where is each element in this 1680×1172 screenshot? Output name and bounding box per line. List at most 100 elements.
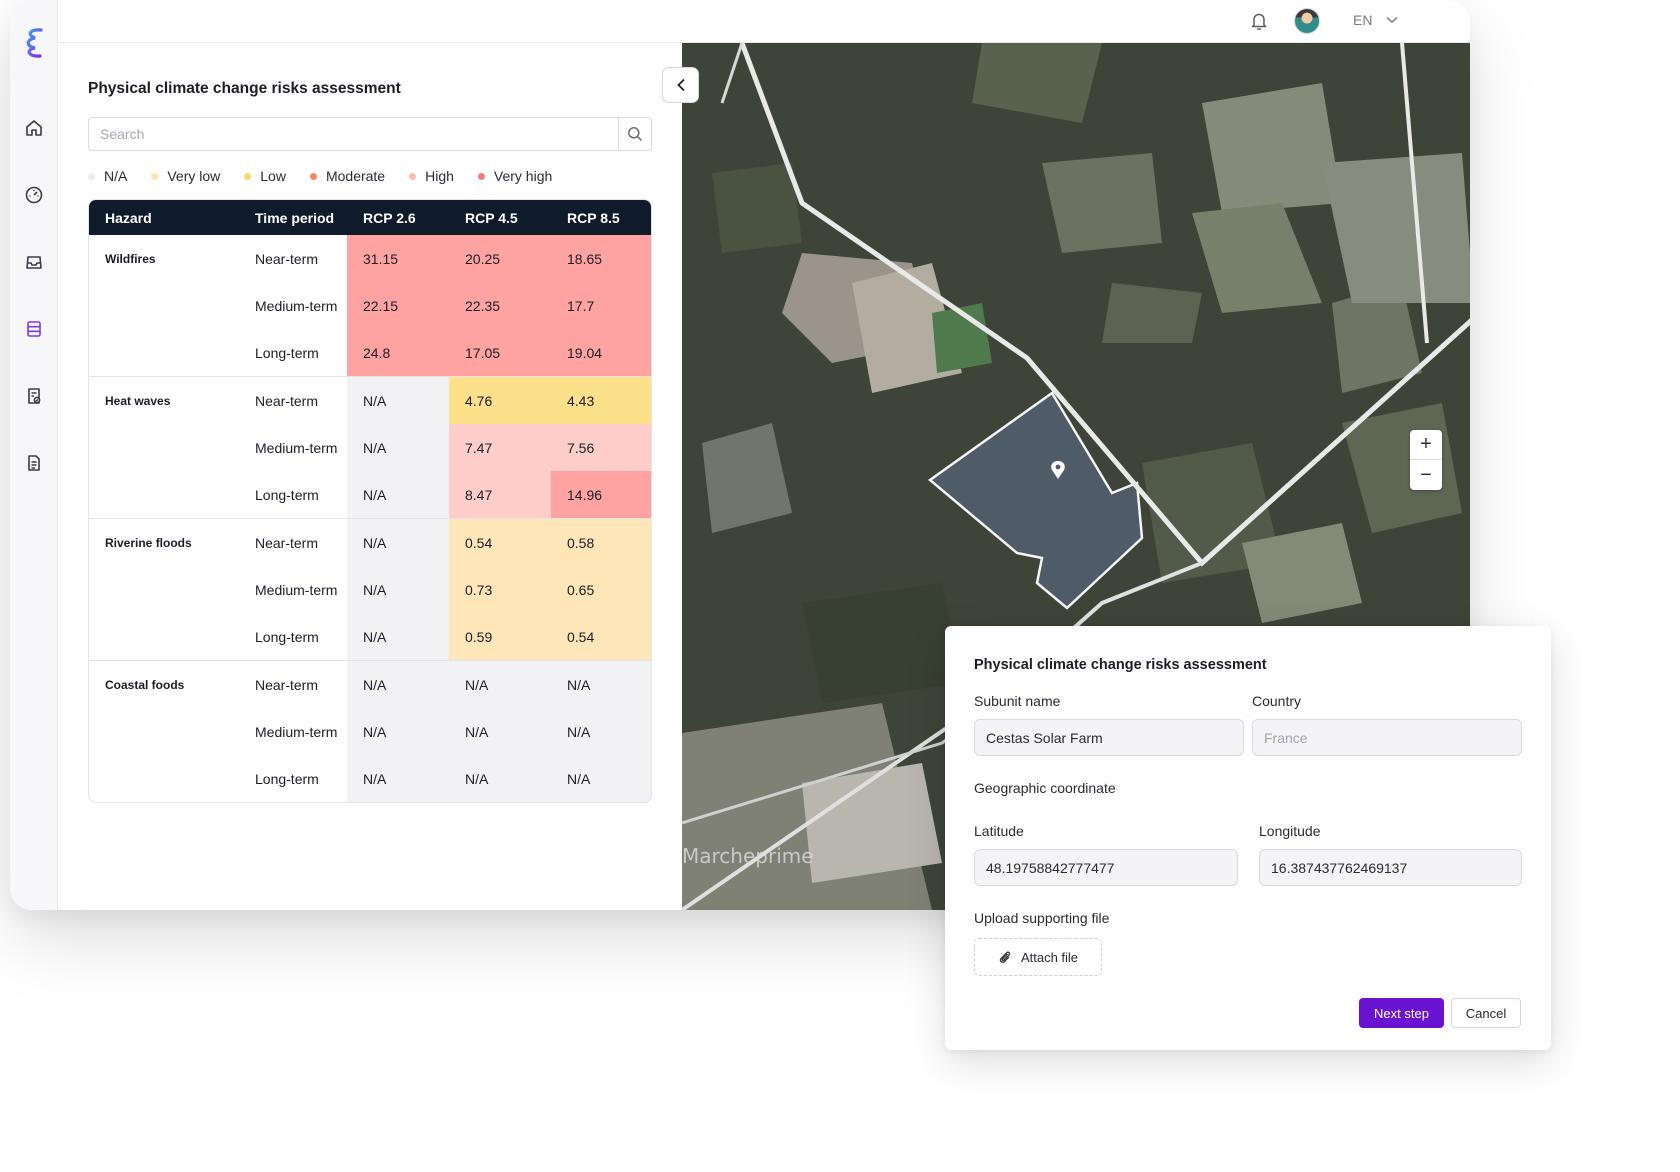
attach-file-button[interactable]: Attach file (974, 938, 1102, 976)
time-period: Long-term (255, 486, 319, 503)
risk-value-cell: 19.04 (551, 329, 651, 376)
risk-value-cell: N/A (551, 661, 651, 708)
legend-item: Low (244, 168, 286, 184)
column-header[interactable]: RCP 8.5 (551, 210, 651, 226)
zoom-out-button[interactable]: − (1410, 460, 1442, 490)
map-zoom-control: + − (1410, 430, 1442, 490)
inbox-icon[interactable] (19, 247, 49, 277)
risk-value-cell: N/A (449, 708, 551, 755)
risk-value-cell: 0.54 (551, 613, 651, 660)
next-step-button[interactable]: Next step (1359, 998, 1444, 1028)
legend-dot (409, 172, 417, 180)
hazard-group: Coastal foods Near-term N/A N/A N/A Medium-te… (89, 660, 651, 802)
risk-value-cell: 8.47 (449, 471, 551, 518)
legend-item: N/A (88, 168, 127, 184)
cancel-button[interactable]: Cancel (1451, 998, 1521, 1028)
hazard-name: Wildfires (105, 252, 156, 266)
language-selector[interactable]: EN (1353, 12, 1398, 28)
legend-label: High (425, 168, 454, 184)
risk-value-cell: 0.54 (449, 519, 551, 566)
home-icon[interactable] (19, 113, 49, 143)
subunit-label: Subunit name (974, 693, 1061, 709)
risk-value-cell: 4.43 (551, 377, 651, 424)
risk-value-cell: 7.47 (449, 424, 551, 471)
risk-value-cell: N/A (347, 755, 449, 802)
risk-value-cell: 18.65 (551, 235, 651, 282)
risk-value-cell: 20.25 (449, 235, 551, 282)
risk-table: Hazard Time period RCP 2.6 RCP 4.5 RCP 8.5 W… (88, 199, 652, 803)
risk-value-cell: 0.58 (551, 519, 651, 566)
risk-value-cell: 22.15 (347, 282, 449, 329)
collapse-panel-button[interactable] (662, 67, 699, 103)
longitude-input[interactable] (1259, 849, 1522, 886)
column-header[interactable]: RCP 2.6 (347, 210, 449, 226)
bell-icon[interactable] (1248, 10, 1270, 32)
chevron-down-icon (1386, 16, 1398, 24)
time-period: Medium-term (255, 297, 338, 314)
risk-value-cell: N/A (347, 708, 449, 755)
avatar[interactable] (1294, 8, 1320, 34)
hazard-name: Coastal foods (105, 678, 185, 692)
time-period: Medium-term (255, 439, 338, 456)
risk-value-cell: 14.96 (551, 471, 651, 518)
database-icon[interactable] (19, 314, 49, 344)
legend-dot (151, 172, 159, 180)
column-header[interactable]: Hazard (89, 210, 247, 226)
legend-label: Very low (167, 168, 221, 184)
geo-coordinate-label: Geographic coordinate (974, 780, 1116, 796)
legend-label: Low (260, 168, 286, 184)
risk-value-cell: 7.56 (551, 424, 651, 471)
risk-value-cell: N/A (347, 471, 449, 518)
table-body: Wildfires Near-term 31.15 20.25 18.65 Medium-… (89, 235, 651, 802)
longitude-label: Longitude (1259, 823, 1321, 839)
map-place-label: Marcheprime (682, 844, 814, 868)
zoom-in-button[interactable]: + (1410, 430, 1442, 460)
country-input[interactable] (1252, 719, 1522, 756)
risk-value-cell: N/A (449, 755, 551, 802)
risk-value-cell: 4.76 (449, 377, 551, 424)
search-button[interactable] (618, 118, 651, 150)
latitude-input[interactable] (974, 849, 1238, 886)
legend-item: High (409, 168, 454, 184)
hazard-group: Wildfires Near-term 31.15 20.25 18.65 Medium-… (89, 235, 651, 376)
report-check-icon[interactable] (19, 381, 49, 411)
column-header[interactable]: RCP 4.5 (449, 210, 551, 226)
legend-dot (88, 172, 95, 180)
time-period: Near-term (255, 676, 319, 693)
risk-value-cell: 17.05 (449, 329, 551, 376)
hazard-name: Riverine floods (105, 536, 192, 550)
document-icon[interactable] (19, 448, 49, 478)
risk-value-cell: N/A (347, 519, 449, 566)
risk-value-cell: N/A (449, 661, 551, 708)
attach-file-label: Attach file (1020, 949, 1079, 965)
search-box (88, 117, 652, 151)
dashboard-gauge-icon[interactable] (19, 180, 49, 210)
risk-value-cell: 0.59 (449, 613, 551, 660)
risk-value-cell: 17.7 (551, 282, 651, 329)
legend-dot (477, 172, 485, 180)
legend-label: Very high (493, 168, 553, 184)
risk-value-cell: 0.65 (551, 566, 651, 613)
time-period: Near-term (255, 250, 319, 267)
legend-label: N/A (104, 168, 128, 184)
table-header: Hazard Time period RCP 2.6 RCP 4.5 RCP 8.5 (89, 200, 651, 235)
column-header[interactable]: Time period (247, 210, 347, 226)
legend-item: Moderate (309, 168, 386, 184)
risk-value-cell: 22.35 (449, 282, 551, 329)
assessment-dialog: Physical climate change risks assessment… (945, 626, 1551, 1050)
legend-label: Moderate (325, 168, 386, 184)
time-period: Long-term (255, 770, 319, 787)
chevron-left-icon (676, 78, 685, 92)
search-input[interactable] (89, 118, 618, 150)
dialog-title: Physical climate change risks assessment (974, 657, 1267, 673)
legend-dot (309, 172, 317, 180)
risk-value-cell: 0.73 (449, 566, 551, 613)
time-period: Near-term (255, 534, 319, 551)
subunit-name-input[interactable] (974, 719, 1244, 756)
logo-icon[interactable] (19, 26, 49, 60)
risk-value-cell: N/A (347, 613, 449, 660)
hazard-group: Riverine floods Near-term N/A 0.54 0.58 Mediu… (89, 518, 651, 660)
latitude-label: Latitude (974, 823, 1024, 839)
hazard-name: Heat waves (105, 394, 171, 408)
legend-item: Very low (151, 168, 220, 184)
